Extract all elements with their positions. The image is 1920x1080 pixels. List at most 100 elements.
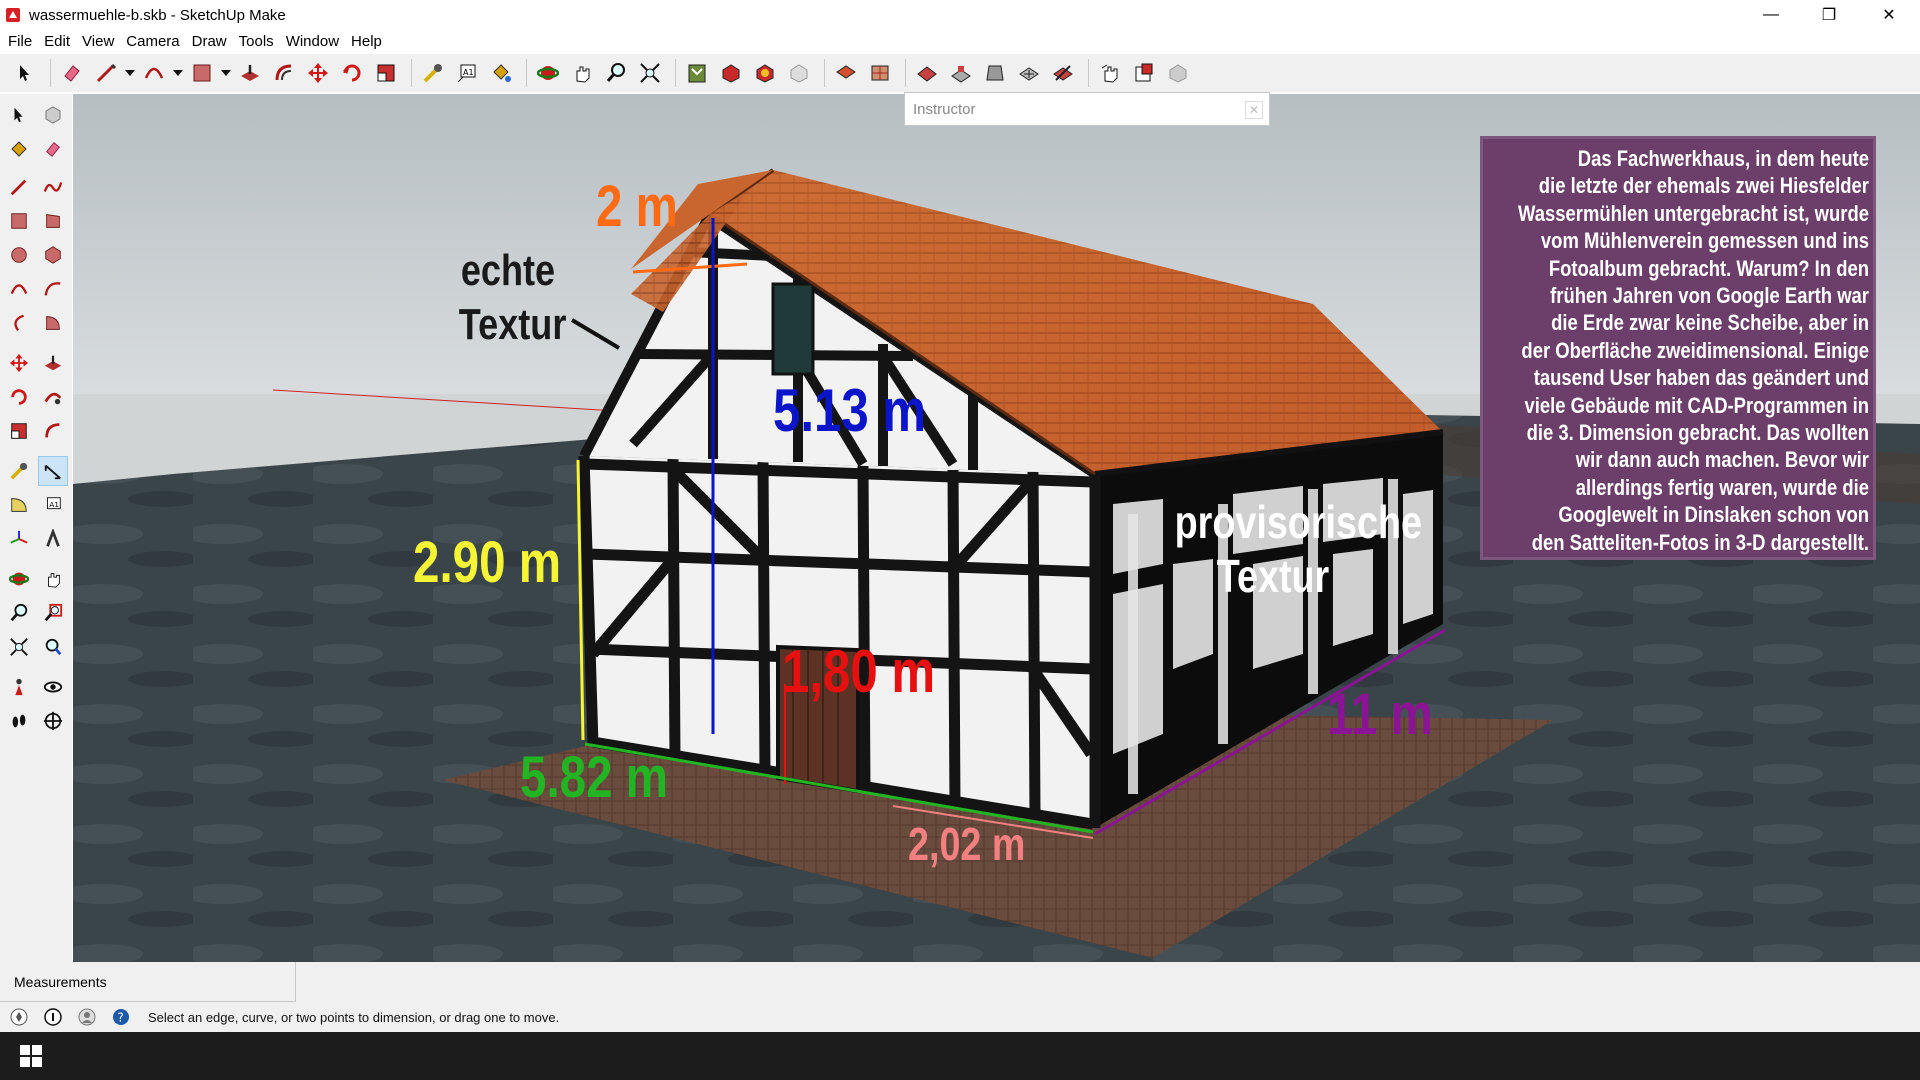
palette-rotated-rectangle-button[interactable] <box>38 206 68 236</box>
palette-orbit-button[interactable] <box>4 564 34 594</box>
palette-position-camera-button[interactable] <box>4 672 34 702</box>
windows-start-button[interactable] <box>0 1032 62 1080</box>
paint-bucket-tool-button[interactable] <box>486 58 516 88</box>
toggle-terrain-button[interactable] <box>865 58 895 88</box>
palette-rectangle-button[interactable] <box>4 206 34 236</box>
text-tool-button[interactable]: A1 <box>452 58 482 88</box>
arc-tool-button[interactable] <box>139 58 169 88</box>
palette-pie-button[interactable] <box>38 308 68 338</box>
pan-tool-button[interactable] <box>567 58 597 88</box>
palette-line-button[interactable] <box>4 172 34 202</box>
palette-freehand-button[interactable] <box>38 172 68 202</box>
palette-axes-button[interactable] <box>4 524 34 554</box>
maximize-button[interactable]: ❐ <box>1800 0 1858 30</box>
palette-protractor-button[interactable] <box>4 490 34 520</box>
user-account-icon[interactable] <box>76 1006 98 1028</box>
palette-pan-button[interactable] <box>38 564 68 594</box>
arc-tool-dropdown[interactable] <box>173 58 183 88</box>
palette-tape-measure-button[interactable] <box>4 456 34 486</box>
palette-rotate-button[interactable] <box>4 382 34 412</box>
palette-component-button[interactable] <box>38 100 68 130</box>
palette-previous-view-button[interactable] <box>38 632 68 662</box>
palette-zoom-extents-button[interactable] <box>4 632 34 662</box>
select-tool-button[interactable] <box>10 58 40 88</box>
menu-tools[interactable]: Tools <box>233 33 280 50</box>
instructor-panel[interactable]: Instructor ✕ <box>904 92 1270 126</box>
extension-manager-button[interactable] <box>1163 58 1193 88</box>
eraser-tool-button[interactable] <box>57 58 87 88</box>
palette-eraser-button[interactable] <box>38 134 68 164</box>
menu-edit[interactable]: Edit <box>38 33 76 50</box>
menu-file[interactable]: File <box>2 33 38 50</box>
orbit-tool-button[interactable] <box>533 58 563 88</box>
info-line: Das Fachwerkhaus, in dem heute <box>1577 146 1869 171</box>
instructor-close-button[interactable]: ✕ <box>1245 101 1263 119</box>
3d-warehouse-button[interactable] <box>682 58 712 88</box>
palette-push-pull-button[interactable] <box>38 348 68 378</box>
credits-icon[interactable] <box>42 1006 64 1028</box>
share-model-button[interactable] <box>716 58 746 88</box>
scale-tool-button[interactable] <box>371 58 401 88</box>
windows-logo-icon <box>20 1045 42 1067</box>
info-line: die 3. Dimension gebracht. Das wollten <box>1526 420 1869 446</box>
palette-look-around-button[interactable] <box>38 672 68 702</box>
palette-move-button[interactable] <box>4 348 34 378</box>
palette-arc-button[interactable] <box>4 274 34 304</box>
palette-text-button[interactable]: A1 <box>38 490 68 520</box>
main-toolbar: A1 <box>0 54 1920 92</box>
rectangle-tool-button[interactable] <box>187 58 217 88</box>
rotate-tool-button[interactable] <box>337 58 367 88</box>
palette-circle-button[interactable] <box>4 240 34 270</box>
info-line: vom Mühlenverein gemessen und ins <box>1540 228 1869 254</box>
model-info-button[interactable] <box>1129 58 1159 88</box>
sandbox-flip-edge-button[interactable] <box>1048 58 1078 88</box>
label-echte-line2: Textur <box>458 300 567 349</box>
sandbox-stamp-button[interactable] <box>946 58 976 88</box>
palette-section-plane-button[interactable] <box>38 706 68 736</box>
label-prov-line1: provisorische <box>1174 496 1422 548</box>
close-button[interactable]: ✕ <box>1860 0 1918 30</box>
add-location-button[interactable] <box>831 58 861 88</box>
palette-scale-button[interactable] <box>4 416 34 446</box>
toolbar-divider <box>50 59 51 87</box>
info-line: der Oberfläche zweidimensional. Einige <box>1521 337 1869 363</box>
palette-select-button[interactable] <box>4 100 34 130</box>
geo-location-icon[interactable] <box>8 1006 30 1028</box>
palette-dimension-button[interactable] <box>38 456 68 486</box>
palette-zoom-button[interactable] <box>4 598 34 628</box>
label-provisorische: provisorische Textur <box>1174 496 1422 599</box>
menu-draw[interactable]: Draw <box>186 33 233 50</box>
palette-paint-button[interactable] <box>4 134 34 164</box>
minimize-button[interactable]: — <box>1742 0 1800 30</box>
measurements-input[interactable] <box>300 962 700 1002</box>
offset-tool-button[interactable] <box>269 58 299 88</box>
line-tool-button[interactable] <box>91 58 121 88</box>
menu-camera[interactable]: Camera <box>120 33 185 50</box>
share-component-button[interactable] <box>750 58 780 88</box>
zoom-extents-tool-button[interactable] <box>635 58 665 88</box>
move-tool-button[interactable] <box>303 58 333 88</box>
palette-walk-button[interactable] <box>4 706 34 736</box>
sandbox-drape-button[interactable] <box>980 58 1010 88</box>
menu-window[interactable]: Window <box>280 33 345 50</box>
push-pull-tool-button[interactable] <box>235 58 265 88</box>
zoom-tool-button[interactable] <box>601 58 631 88</box>
walk-tool-button[interactable] <box>1095 58 1125 88</box>
extension-warehouse-button[interactable] <box>784 58 814 88</box>
sandbox-add-detail-button[interactable] <box>1014 58 1044 88</box>
palette-2point-arc-button[interactable] <box>38 274 68 304</box>
menu-view[interactable]: View <box>76 33 120 50</box>
palette-3d-text-button[interactable] <box>38 524 68 554</box>
menu-help[interactable]: Help <box>345 33 388 50</box>
shape-tool-dropdown[interactable] <box>221 58 231 88</box>
help-icon[interactable]: ? <box>110 1006 132 1028</box>
line-tool-dropdown[interactable] <box>125 58 135 88</box>
palette-3point-arc-button[interactable] <box>4 308 34 338</box>
palette-offset-button[interactable] <box>38 416 68 446</box>
palette-follow-me-button[interactable] <box>38 382 68 412</box>
palette-zoom-window-button[interactable] <box>38 598 68 628</box>
palette-polygon-button[interactable] <box>38 240 68 270</box>
sandbox-smoove-button[interactable] <box>912 58 942 88</box>
info-text: Das Fachwerkhaus, in dem heute die letzt… <box>1492 145 1869 556</box>
tape-measure-tool-button[interactable] <box>418 58 448 88</box>
